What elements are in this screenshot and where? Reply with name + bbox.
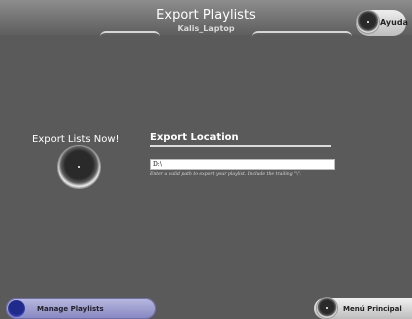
main-menu-knob-icon[interactable] (317, 298, 337, 318)
export-path-input[interactable]: D:\ (150, 159, 335, 170)
export-path-hint: Enter a valid path to export your playli… (150, 172, 302, 177)
help-knob-icon[interactable] (357, 11, 379, 33)
main-menu-label[interactable]: Menú Principal (343, 305, 402, 313)
export-playlists-screen: Export Playlists Kalis_Laptop Ayuda Expo… (0, 0, 412, 319)
export-location-divider (150, 145, 331, 147)
manage-playlists-knob-icon[interactable] (8, 300, 25, 317)
page-title: Export Playlists (156, 8, 256, 23)
export-location-title: Export Location (150, 132, 239, 143)
export-now-knob-icon[interactable] (58, 146, 100, 188)
manage-playlists-label[interactable]: Manage Playlists (37, 305, 104, 313)
device-name: Kalis_Laptop (177, 24, 235, 33)
export-now-label: Export Lists Now! (32, 134, 120, 145)
help-label[interactable]: Ayuda (380, 18, 408, 27)
